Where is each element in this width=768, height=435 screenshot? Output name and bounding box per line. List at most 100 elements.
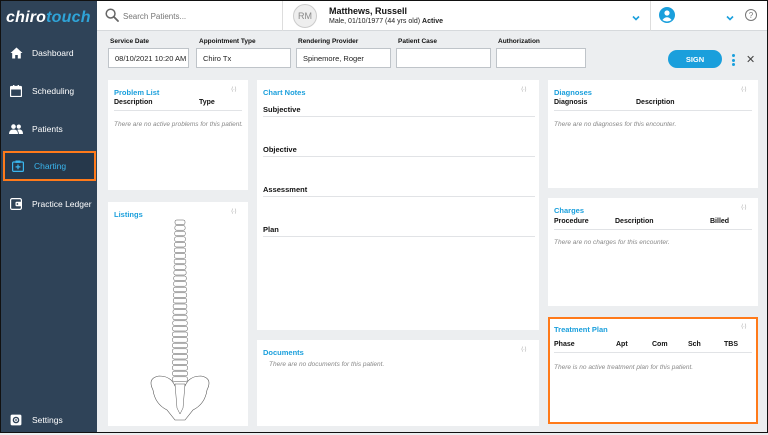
- vertebra: [174, 230, 186, 237]
- vertebra: [173, 275, 187, 281]
- appointment-type-label: Appointment Type: [199, 38, 256, 45]
- problem-list-card: Problem List ⟨·⟩ Description Type There …: [108, 80, 248, 190]
- spine-diagram[interactable]: [145, 218, 215, 423]
- subjective-heading: Subjective: [263, 105, 301, 114]
- vertebra: [172, 320, 188, 326]
- vertebra: [173, 292, 187, 298]
- more-options-icon[interactable]: [732, 54, 736, 66]
- home-icon: [9, 46, 23, 60]
- vertebra: [173, 258, 187, 265]
- calendar-icon: [9, 84, 23, 98]
- search-icon[interactable]: [105, 8, 119, 27]
- chevron-down-icon[interactable]: [725, 10, 735, 28]
- treatment-plan-highlight: [548, 317, 758, 424]
- sidebar-item-label: Settings: [32, 415, 63, 425]
- chart-notes-card: Chart Notes ⟨·⟩ Subjective Objective Ass…: [257, 80, 539, 330]
- vertebra: [173, 264, 187, 270]
- vertebra: [173, 286, 187, 293]
- patient-case-field[interactable]: [396, 48, 491, 68]
- problem-list-title: Problem List: [114, 88, 160, 97]
- divider: [263, 156, 535, 157]
- chevron-down-icon[interactable]: [631, 10, 641, 21]
- close-icon[interactable]: ✕: [746, 55, 755, 66]
- patient-search-input[interactable]: [123, 9, 273, 23]
- vertebra: [172, 337, 188, 343]
- divider: [263, 236, 535, 237]
- expand-icon[interactable]: ⟨·⟩: [231, 86, 237, 93]
- chirotouch-logo[interactable]: chirotouch: [6, 9, 91, 27]
- sidebar-item-practice-ledger[interactable]: Practice Ledger: [3, 189, 96, 219]
- expand-icon[interactable]: ⟨·⟩: [231, 208, 237, 215]
- vertebra: [173, 298, 187, 304]
- sign-button[interactable]: SIGN: [668, 50, 722, 68]
- user-account-icon[interactable]: [659, 7, 675, 28]
- vertebra: [174, 247, 186, 253]
- diagnoses-col-diagnosis: Diagnosis: [554, 99, 588, 106]
- charges-title: Charges: [554, 206, 585, 215]
- divider: [554, 229, 752, 230]
- sidebar-item-settings[interactable]: Settings: [3, 405, 96, 435]
- problem-list-col-type: Type: [199, 99, 215, 106]
- patient-name[interactable]: Matthews, Russell: [329, 6, 407, 16]
- listings-title: Listings: [114, 210, 143, 219]
- documents-card: Documents ⟨·⟩ There are no documents for…: [257, 340, 539, 426]
- divider: [554, 110, 752, 111]
- expand-icon[interactable]: ⟨·⟩: [521, 86, 527, 93]
- vertebra: [172, 326, 188, 332]
- service-date-label: Service Date: [110, 38, 150, 45]
- rendering-provider-label: Rendering Provider: [298, 38, 359, 45]
- vertebra: [173, 270, 187, 276]
- top-header: RM Matthews, Russell Male, 01/10/1977 (4…: [97, 1, 767, 31]
- help-icon[interactable]: ?: [745, 9, 757, 21]
- header-divider: [282, 1, 283, 31]
- authorization-field[interactable]: [496, 48, 586, 68]
- vertebra: [172, 354, 188, 360]
- vertebra: [172, 303, 188, 309]
- header-divider: [650, 1, 651, 31]
- gear-icon: [9, 413, 23, 427]
- plan-heading: Plan: [263, 225, 279, 234]
- sidebar-item-label: Scheduling: [32, 86, 75, 96]
- expand-icon[interactable]: ⟨·⟩: [521, 346, 527, 353]
- rendering-provider-field[interactable]: Spinemore, Roger: [296, 48, 391, 68]
- documents-title: Documents: [263, 348, 304, 357]
- vertebra: [174, 242, 186, 248]
- chart-notes-title: Chart Notes: [263, 88, 306, 97]
- sidebar-item-label: Patients: [32, 124, 63, 134]
- sidebar-item-label: Dashboard: [32, 48, 74, 58]
- vertebra: [172, 342, 188, 349]
- expand-icon[interactable]: ⟨·⟩: [741, 86, 747, 93]
- assessment-heading: Assessment: [263, 185, 308, 194]
- vertebra: [172, 309, 188, 315]
- problem-list-empty-message: There are no active problems for this pa…: [114, 121, 243, 128]
- authorization-label: Authorization: [498, 38, 540, 45]
- sidebar: chirotouch Dashboard Scheduling Patients…: [1, 1, 97, 432]
- vertebra: [174, 236, 186, 242]
- sacrum: [174, 383, 186, 415]
- users-icon: [9, 122, 23, 136]
- diagnoses-empty-message: There are no diagnoses for this encounte…: [554, 121, 677, 128]
- documents-empty-message: There are no documents for this patient.: [269, 361, 385, 368]
- appointment-type-field[interactable]: Chiro Tx: [196, 48, 291, 68]
- charges-empty-message: There are no charges for this encounter.: [554, 239, 670, 246]
- patient-info: Male, 01/10/1977 (44 yrs old) Active: [329, 18, 444, 25]
- sidebar-item-charting[interactable]: Charting: [3, 151, 96, 181]
- vertebra: [172, 331, 188, 337]
- chart-add-icon: [11, 159, 25, 173]
- sidebar-item-label: Practice Ledger: [32, 199, 92, 209]
- vertebra: [173, 281, 187, 287]
- patient-case-label: Patient Case: [398, 38, 438, 45]
- problem-list-col-description: Description: [114, 99, 153, 106]
- diagnoses-title: Diagnoses: [554, 88, 592, 97]
- sidebar-item-label: Charting: [34, 161, 67, 171]
- wallet-icon: [9, 197, 23, 211]
- sidebar-item-scheduling[interactable]: Scheduling: [3, 76, 96, 106]
- patient-avatar[interactable]: RM: [293, 4, 317, 28]
- sidebar-item-dashboard[interactable]: Dashboard: [3, 38, 96, 68]
- service-date-field[interactable]: 08/10/2021 10:20 AM: [108, 48, 189, 68]
- vertebra: [172, 376, 188, 382]
- expand-icon[interactable]: ⟨·⟩: [741, 204, 747, 211]
- sidebar-item-patients[interactable]: Patients: [3, 114, 96, 144]
- objective-heading: Objective: [263, 145, 297, 154]
- vertebra: [174, 225, 186, 231]
